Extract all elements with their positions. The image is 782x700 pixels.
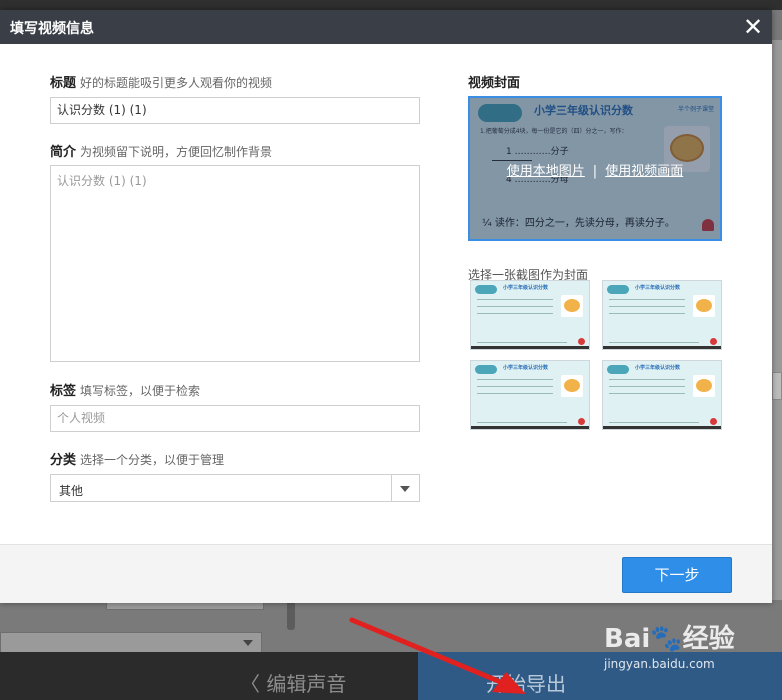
chevron-down-icon [400, 486, 410, 492]
link-separator: | [592, 164, 598, 179]
cover-title: 视频封面 [468, 76, 521, 91]
thumb-footer [603, 346, 721, 349]
app-top-bar [0, 0, 782, 10]
cake-image [561, 375, 583, 397]
cake-image [693, 295, 715, 317]
screenshot-thumbnail[interactable]: 小学三年级认识分数 [470, 280, 590, 350]
title-field-label: 标题 好的标题能吸引更多人观看你的视频 [50, 72, 272, 91]
watermark-url: jingyan.baidu.com [604, 657, 715, 671]
intro-label: 简介 [50, 145, 77, 160]
thumb-lines [609, 299, 685, 325]
watermark-brand: Bai🐾经验 [604, 624, 735, 654]
use-video-frame-link[interactable]: 使用视频画面 [605, 164, 683, 179]
thumb-footer [603, 426, 721, 429]
intro-field-label: 简介 为视频留下说明，方便回忆制作背景 [50, 141, 272, 160]
intro-textarea[interactable]: 认识分数 (1) (1) [50, 165, 420, 362]
thumb-title: 小学三年级认识分数 [635, 285, 681, 291]
cloud-icon [475, 365, 497, 374]
app-right-field [772, 372, 782, 400]
cloud-icon [475, 285, 497, 294]
thumb-bottom-line [609, 422, 699, 423]
cake-image [561, 295, 583, 317]
category-select[interactable]: 其他 [50, 474, 420, 502]
balloon-icon [710, 418, 717, 425]
screenshot-thumbnail[interactable]: 小学三年级认识分数 [470, 360, 590, 430]
tags-input[interactable]: 个人视频 [50, 405, 420, 432]
baidu-watermark: Bai🐾经验 jingyan.baidu.com [604, 618, 735, 671]
thumb-lines [477, 379, 553, 405]
category-label: 分类 [50, 453, 77, 468]
video-info-dialog: 填写视频信息 ✕ 标题 好的标题能吸引更多人观看你的视频 认识分数 (1) (1)… [0, 10, 772, 603]
title-hint: 好的标题能吸引更多人观看你的视频 [80, 76, 273, 90]
balloon-icon [578, 338, 585, 345]
thumb-title: 小学三年级认识分数 [503, 285, 549, 291]
thumb-bottom-line [609, 342, 699, 343]
annotation-arrow-icon [349, 617, 526, 694]
screenshot-thumbnail[interactable]: 小学三年级认识分数 [602, 280, 722, 350]
tags-hint: 填写标签，以便于检索 [80, 384, 201, 398]
screenshot-thumbnail[interactable]: 小学三年级认识分数 [602, 360, 722, 430]
close-icon[interactable]: ✕ [740, 14, 766, 40]
dialog-footer: 下一步 [0, 544, 772, 603]
app-right-panel [772, 40, 782, 600]
cake-image [693, 375, 715, 397]
dialog-title: 填写视频信息 [10, 21, 94, 37]
cake-icon [696, 299, 712, 312]
title-input[interactable]: 认识分数 (1) (1) [50, 97, 420, 124]
cake-icon [564, 299, 580, 312]
category-hint: 选择一个分类，以便于管理 [80, 453, 225, 467]
edit-sound-button: 〈 编辑声音 [240, 672, 347, 696]
cover-actions: 使用本地图片 | 使用视频画面 [470, 160, 720, 179]
thumb-title: 小学三年级认识分数 [503, 365, 549, 371]
cake-icon [696, 379, 712, 392]
intro-hint: 为视频留下说明，方便回忆制作背景 [80, 145, 273, 159]
cake-icon [564, 379, 580, 392]
thumb-bottom-line [477, 422, 567, 423]
category-field-label: 分类 选择一个分类，以便于管理 [50, 449, 224, 468]
cover-preview[interactable]: 小学三年级认识分数 半个例子课堂 1.把葡萄分成4块，每一份是它的（四）分之一，… [468, 96, 722, 241]
balloon-icon [710, 338, 717, 345]
app-background-dropdown [0, 632, 262, 654]
thumb-footer [471, 346, 589, 349]
use-local-image-link[interactable]: 使用本地图片 [507, 164, 585, 179]
dialog-header: 填写视频信息 ✕ [0, 10, 772, 44]
title-label: 标题 [50, 76, 77, 91]
category-selected-value: 其他 [59, 484, 84, 498]
tags-field-label: 标签 填写标签，以便于检索 [50, 380, 200, 399]
thumb-title: 小学三年级认识分数 [635, 365, 681, 371]
thumb-lines [609, 379, 685, 405]
thumb-footer [471, 426, 589, 429]
tags-label: 标签 [50, 384, 77, 399]
thumb-bottom-line [477, 342, 567, 343]
next-step-button[interactable]: 下一步 [622, 557, 732, 593]
balloon-icon [578, 418, 585, 425]
app-scrollbar [287, 600, 295, 630]
cloud-icon [607, 365, 629, 374]
cloud-icon [607, 285, 629, 294]
thumb-lines [477, 299, 553, 325]
chevron-down-icon [243, 640, 253, 646]
category-dropdown-button[interactable] [391, 475, 419, 501]
